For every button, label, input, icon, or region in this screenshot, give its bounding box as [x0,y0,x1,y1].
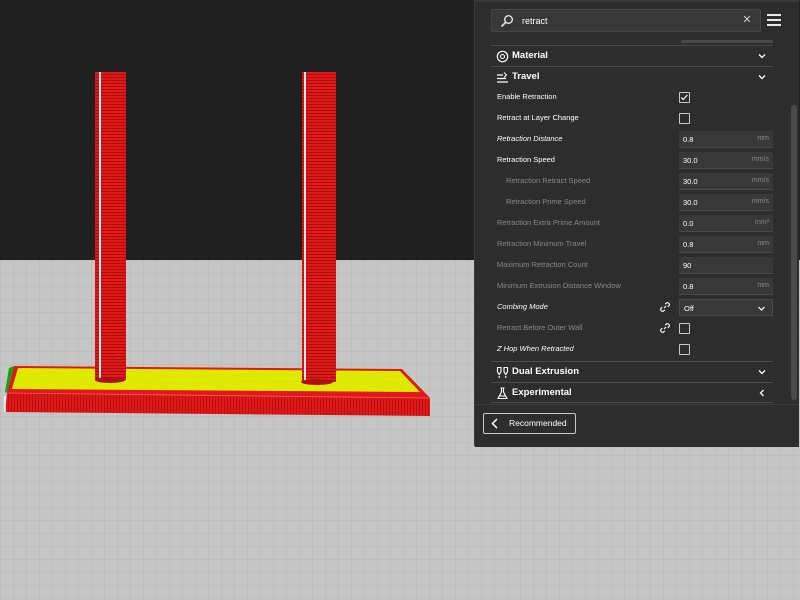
field-unit: mm [757,240,769,247]
setting-retraction-distance: Retraction Distance 0.8 mm [491,129,773,150]
panel-footer: Recommended [475,404,799,447]
setting-label: Retraction Distance [497,134,563,143]
experimental-icon [497,387,508,400]
section-travel[interactable]: Travel [491,66,773,87]
retraction-distance-field[interactable]: 0.8 mm [679,131,773,148]
setting-minimum-extrusion-distance-window: Minimum Extrusion Distance Window 0.8 mm [491,276,773,297]
minimum-extrusion-distance-window-field[interactable]: 0.8 mm [679,278,773,295]
setting-retraction-extra-prime-amount: Retraction Extra Prime Amount 0.0 mm³ [491,213,773,234]
section-dual-extrusion[interactable]: Dual Extrusion [491,361,773,382]
clear-search-icon[interactable]: ✕ [740,13,754,27]
search-input[interactable] [522,12,732,29]
setting-label: Retract at Layer Change [497,113,579,122]
print-settings-panel: ✕ Material Travel Enable Retraction [474,0,799,447]
setting-label: Retraction Prime Speed [506,197,586,206]
enable-retraction-checkbox[interactable] [679,92,690,103]
settings-scrollbar[interactable] [791,105,797,400]
link-icon[interactable] [659,301,671,313]
retraction-retract-speed-field[interactable]: 30.0 mm/s [679,173,773,190]
retraction-minimum-travel-field[interactable]: 0.8 mm [679,236,773,253]
setting-maximum-retraction-count: Maximum Retraction Count 90 [491,255,773,276]
retract-before-outer-wall-checkbox[interactable] [679,323,690,334]
scroll-indicator [681,40,773,43]
setting-label: Combing Mode [497,302,548,311]
setting-label: Z Hop When Retracted [497,344,574,353]
link-icon[interactable] [659,322,671,334]
setting-label: Retraction Retract Speed [506,176,591,185]
setting-retract-at-layer-change: Retract at Layer Change [491,108,773,129]
field-unit: mm [757,135,769,142]
setting-retraction-minimum-travel: Retraction Minimum Travel 0.8 mm [491,234,773,255]
chevron-left-icon [759,389,764,397]
model-pillar-left [95,72,126,383]
chevron-left-icon [491,418,498,429]
maximum-retraction-count-field[interactable]: 90 [679,257,773,274]
z-hop-when-retracted-checkbox[interactable] [679,344,690,355]
setting-label: Retraction Speed [497,155,555,164]
setting-z-hop-when-retracted: Z Hop When Retracted [491,339,773,360]
menu-icon[interactable] [767,13,781,27]
chevron-down-icon [758,54,766,59]
select-value: Off [684,304,694,313]
field-value: 0.0 [683,219,694,228]
setting-label: Minimum Extrusion Distance Window [497,281,621,290]
section-label: Experimental [512,387,572,398]
field-unit: mm/s [751,198,769,205]
model-base [4,366,431,416]
field-value: 0.8 [683,240,694,249]
field-unit: mm [757,282,769,289]
setting-retraction-speed: Retraction Speed 30.0 mm/s [491,150,773,171]
combing-mode-select[interactable]: Off [679,299,773,316]
setting-combing-mode: Combing Mode Off [491,297,773,318]
setting-label: Retraction Extra Prime Amount [497,218,600,227]
chevron-down-icon [758,75,766,80]
field-value: 0.8 [683,282,694,291]
field-unit: mm³ [755,219,769,226]
field-value: 30.0 [683,198,698,207]
retraction-prime-speed-field[interactable]: 30.0 mm/s [679,194,773,211]
setting-retract-before-outer-wall: Retract Before Outer Wall [491,318,773,339]
field-unit: mm/s [751,177,769,184]
section-material[interactable]: Material [491,45,773,66]
section-experimental[interactable]: Experimental [491,382,773,403]
model-pillar-right [301,72,336,385]
field-value: 90 [683,261,692,270]
setting-enable-retraction: Enable Retraction [491,87,773,108]
setting-retraction-retract-speed: Retraction Retract Speed 30.0 mm/s [491,171,773,192]
setting-label: Enable Retraction [497,92,557,101]
search-icon [500,15,513,28]
dual-extrusion-icon [496,366,509,378]
search-box[interactable]: ✕ [491,9,761,32]
field-value: 30.0 [683,156,698,165]
field-value: 0.8 [683,135,694,144]
material-icon [496,50,509,63]
setting-label: Retract Before Outer Wall [497,323,583,332]
field-unit: mm/s [751,156,769,163]
chevron-down-icon [758,370,766,375]
travel-icon [497,72,508,83]
section-label: Material [512,50,548,61]
settings-list: Material Travel Enable Retraction Retrac… [491,45,773,403]
section-label: Travel [512,71,540,82]
checkmark-icon [680,94,688,101]
panel-header-divider [475,0,799,2]
section-label: Dual Extrusion [512,366,580,377]
retraction-extra-prime-amount-field[interactable]: 0.0 mm³ [679,215,773,232]
recommended-mode-button[interactable]: Recommended [483,413,576,434]
retraction-speed-field[interactable]: 30.0 mm/s [679,152,773,169]
setting-retraction-prime-speed: Retraction Prime Speed 30.0 mm/s [491,192,773,213]
field-value: 30.0 [683,177,698,186]
retract-at-layer-change-checkbox[interactable] [679,113,690,124]
recommended-label: Recommended [509,418,567,428]
chevron-down-icon [758,306,765,311]
setting-label: Retraction Minimum Travel [497,239,587,248]
setting-label: Maximum Retraction Count [497,260,588,269]
